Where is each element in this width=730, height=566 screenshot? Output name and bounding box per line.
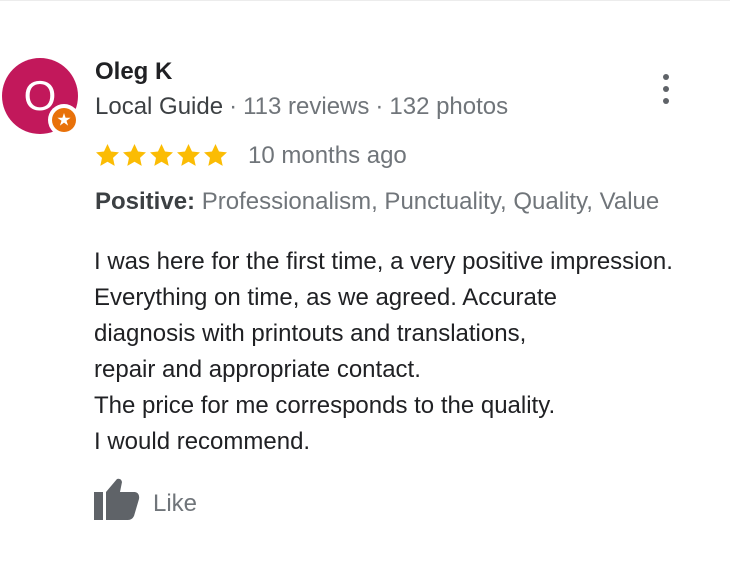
more-options-button[interactable] [655,72,677,106]
local-guide-label: Local Guide [95,93,224,120]
star-rating [94,142,229,170]
like-label: Like [153,490,198,517]
meta-separator: · [229,93,238,120]
star-icon [177,144,200,166]
positive-values: Professionalism, Punctuality, Quality, V… [201,188,660,215]
star-icon [150,144,173,166]
reviewer-meta: Local Guide · 113 reviews · 132 photos [95,93,508,121]
reviews-count: 113 reviews [243,93,370,120]
meta-separator: · [375,93,384,120]
photos-count: 132 photos [389,93,509,120]
review-text-line: I was here for the first time, a very po… [94,248,673,275]
reviewer-name[interactable]: Oleg K [95,58,172,86]
star-icon [204,144,227,166]
star-icon [123,144,146,166]
positive-label: Positive: [95,188,196,215]
star-icon [96,144,119,166]
review-text-line: diagnosis with printouts and translation… [94,320,527,347]
top-divider [0,0,730,1]
review-text-line: I would recommend. [94,428,311,455]
review-text-line: Everything on time, as we agreed. Accura… [94,284,557,311]
positive-attributes: Positive: Professionalism, Punctuality, … [95,188,659,216]
review-text-line: repair and appropriate contact. [94,356,421,383]
more-vert-icon [663,74,669,80]
review-text: I was here for the first time, a very po… [94,244,730,460]
review-text-line: The price for me corresponds to the qual… [94,392,556,419]
review-time: 10 months ago [248,142,407,169]
thumbs-up-icon [94,478,140,520]
local-guide-badge [48,104,80,136]
local-guide-star-icon [52,108,76,132]
